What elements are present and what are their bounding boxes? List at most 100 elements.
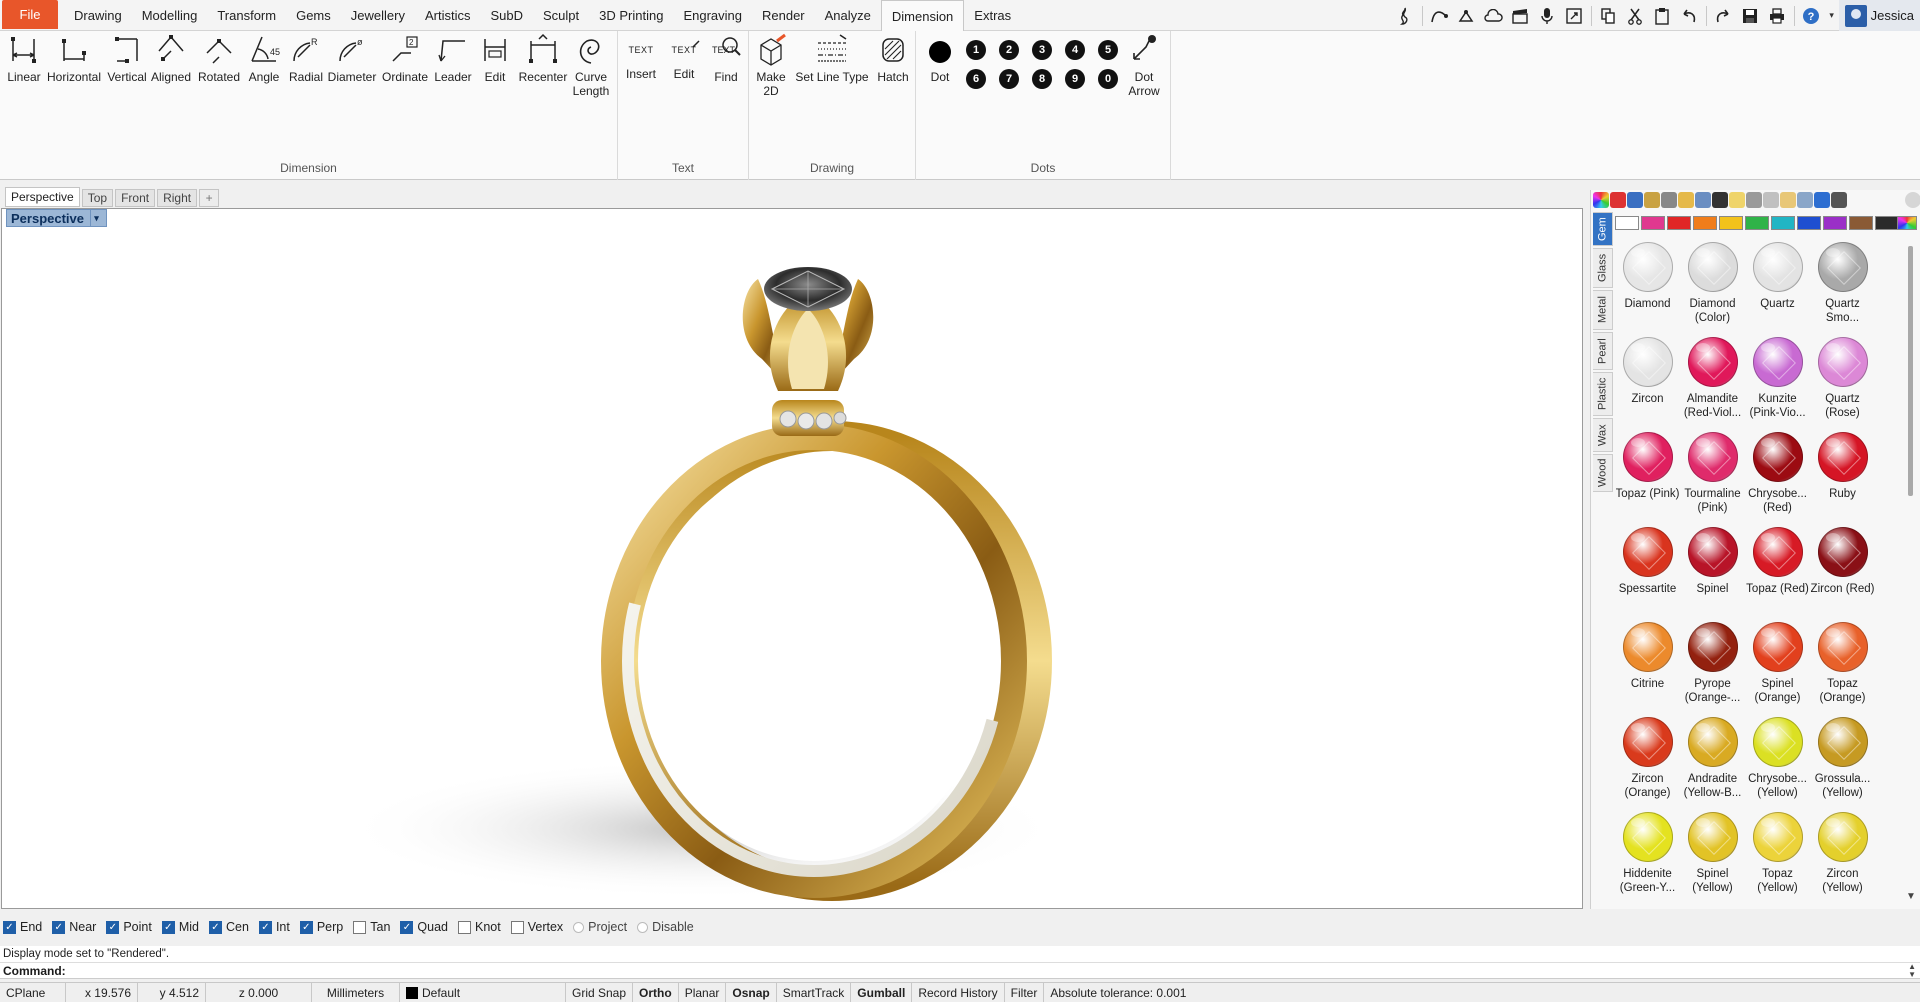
cut-icon[interactable]: [1622, 2, 1649, 29]
gem-material-item[interactable]: Grossula... (Yellow): [1810, 717, 1875, 812]
gem-material-item[interactable]: Tourmaline (Pink): [1680, 432, 1745, 527]
angle-dimension-button[interactable]: 45 Angle: [244, 33, 284, 84]
linear-dimension-button[interactable]: Linear: [4, 33, 44, 84]
gem-material-item[interactable]: Quartz: [1745, 242, 1810, 337]
viewport-tab-top[interactable]: Top: [81, 189, 114, 207]
dot-7-button[interactable]: 7: [999, 69, 1019, 89]
gem-material-item[interactable]: Zircon (Yellow): [1810, 812, 1875, 907]
osnap-near[interactable]: ✓ Near: [52, 920, 96, 934]
file-menu-button[interactable]: File: [2, 0, 58, 29]
tab-dimension[interactable]: Dimension: [880, 0, 965, 31]
gem-material-item[interactable]: Quartz (Rose): [1810, 337, 1875, 432]
tab-gems[interactable]: Gems: [286, 0, 341, 30]
rotated-dimension-button[interactable]: Rotated: [196, 33, 242, 84]
color-swatch[interactable]: [1745, 216, 1769, 230]
radial-dimension-button[interactable]: R Radial: [286, 33, 326, 84]
tab-subd[interactable]: SubD: [480, 0, 533, 30]
tab-pearl[interactable]: Pearl: [1593, 332, 1613, 370]
gear-icon[interactable]: [1905, 192, 1920, 208]
osnap-int[interactable]: ✓ Int: [258, 920, 290, 934]
gem-material-item[interactable]: Spinel (Orange): [1745, 622, 1810, 717]
ground-icon[interactable]: [1780, 192, 1796, 208]
tab-extras[interactable]: Extras: [964, 0, 1021, 30]
microphone-icon[interactable]: [1534, 2, 1561, 29]
gem-material-item[interactable]: Andradite (Yellow-B...: [1680, 717, 1745, 812]
tab-3d-printing[interactable]: 3D Printing: [589, 0, 673, 30]
gem-material-item[interactable]: Kunzite (Pink-Vio...: [1745, 337, 1810, 432]
record-history-toggle[interactable]: Record History: [912, 982, 1005, 1002]
rhino-icon[interactable]: [1814, 192, 1830, 208]
horizontal-dimension-button[interactable]: Horizontal: [46, 33, 102, 84]
gumball-tool-icon[interactable]: [1453, 2, 1480, 29]
curve-tool-icon[interactable]: [1426, 2, 1453, 29]
gem-material-item[interactable]: Spinel (Yellow): [1680, 812, 1745, 907]
osnap-vertex[interactable]: Vertex: [510, 920, 563, 934]
curve-length-button[interactable]: Curve Length: [570, 33, 612, 98]
viewport-tab-front[interactable]: Front: [115, 189, 156, 207]
tab-jewellery[interactable]: Jewellery: [341, 0, 415, 30]
chevron-down-icon[interactable]: ▾: [1825, 2, 1839, 29]
set-line-type-button[interactable]: Set Line Type: [795, 33, 869, 84]
gem-material-item[interactable]: Diamond (Color): [1680, 242, 1745, 337]
gem-material-item[interactable]: Zircon (Orange): [1615, 717, 1680, 812]
flame-icon[interactable]: [1392, 2, 1419, 29]
gem-material-item[interactable]: Topaz (Orange): [1810, 622, 1875, 717]
insert-text-button[interactable]: TEXT Insert: [620, 33, 662, 81]
command-line[interactable]: Command: ▲ ▼: [0, 962, 1920, 979]
tab-modelling[interactable]: Modelling: [132, 0, 208, 30]
settings-icon[interactable]: [1746, 192, 1762, 208]
color-swatch[interactable]: [1615, 216, 1639, 230]
color-swatch[interactable]: [1823, 216, 1847, 230]
light-icon[interactable]: [1729, 192, 1745, 208]
osnap-project[interactable]: Project: [573, 920, 627, 934]
leader-button[interactable]: Leader: [432, 33, 474, 84]
scrollbar-thumb[interactable]: [1908, 246, 1913, 496]
panel-scrollbar[interactable]: ▼: [1904, 242, 1918, 902]
osnap-mid[interactable]: ✓ Mid: [161, 920, 199, 934]
viewport-tab-perspective[interactable]: Perspective: [5, 187, 80, 207]
perspective-viewport[interactable]: Perspective ▾: [1, 208, 1583, 909]
dot-arrow-button[interactable]: Dot Arrow: [1124, 33, 1164, 98]
osnap-knot[interactable]: Knot: [458, 920, 501, 934]
color-wheel-icon[interactable]: [1593, 192, 1609, 208]
diameter-dimension-button[interactable]: ø Diameter: [328, 33, 377, 84]
find-text-button[interactable]: TEXT Find: [706, 33, 746, 84]
add-viewport-tab-button[interactable]: +: [199, 189, 220, 207]
current-layer[interactable]: Default: [400, 982, 566, 1002]
ortho-toggle[interactable]: Ortho: [633, 982, 679, 1002]
building-icon[interactable]: [1797, 192, 1813, 208]
color-swatch[interactable]: [1849, 216, 1873, 230]
dot-1-button[interactable]: 1: [966, 40, 986, 60]
texture-icon[interactable]: [1644, 192, 1660, 208]
dot-0-button[interactable]: 0: [1098, 69, 1118, 89]
edit-text-button[interactable]: TEXT Edit: [664, 33, 704, 81]
osnap-perp[interactable]: ✓ Perp: [299, 920, 343, 934]
tab-engraving[interactable]: Engraving: [673, 0, 752, 30]
osnap-toggle[interactable]: Osnap: [726, 982, 777, 1002]
osnap-end[interactable]: ✓ End: [3, 920, 42, 934]
units-indicator[interactable]: Millimeters: [312, 982, 400, 1002]
color-swatch[interactable]: [1875, 216, 1899, 230]
color-swatch[interactable]: [1797, 216, 1821, 230]
gem-material-item[interactable]: Spinel: [1680, 527, 1745, 622]
dot-4-button[interactable]: 4: [1065, 40, 1085, 60]
tab-glass[interactable]: Glass: [1593, 248, 1613, 288]
gem-material-item[interactable]: Chrysobe... (Yellow): [1745, 717, 1810, 812]
gumball-toggle[interactable]: Gumball: [851, 982, 913, 1002]
color-swatch[interactable]: [1719, 216, 1743, 230]
calendar-icon[interactable]: [1763, 192, 1779, 208]
dot-8-button[interactable]: 8: [1032, 69, 1052, 89]
dot-3-button[interactable]: 3: [1032, 40, 1052, 60]
smarttrack-toggle[interactable]: SmartTrack: [777, 982, 852, 1002]
materials-icon[interactable]: [1610, 192, 1626, 208]
paste-icon[interactable]: [1649, 2, 1676, 29]
dot-button[interactable]: Dot: [922, 33, 958, 84]
osnap-cen[interactable]: ✓ Cen: [209, 920, 249, 934]
color-swatch[interactable]: [1693, 216, 1717, 230]
camera-icon[interactable]: [1831, 192, 1847, 208]
make-2d-button[interactable]: Make 2D: [753, 33, 789, 98]
ordinate-dimension-button[interactable]: 2 Ordinate: [380, 33, 430, 84]
tab-transform[interactable]: Transform: [207, 0, 286, 30]
aligned-dimension-button[interactable]: Aligned: [150, 33, 192, 84]
osnap-disable[interactable]: Disable: [637, 920, 694, 934]
